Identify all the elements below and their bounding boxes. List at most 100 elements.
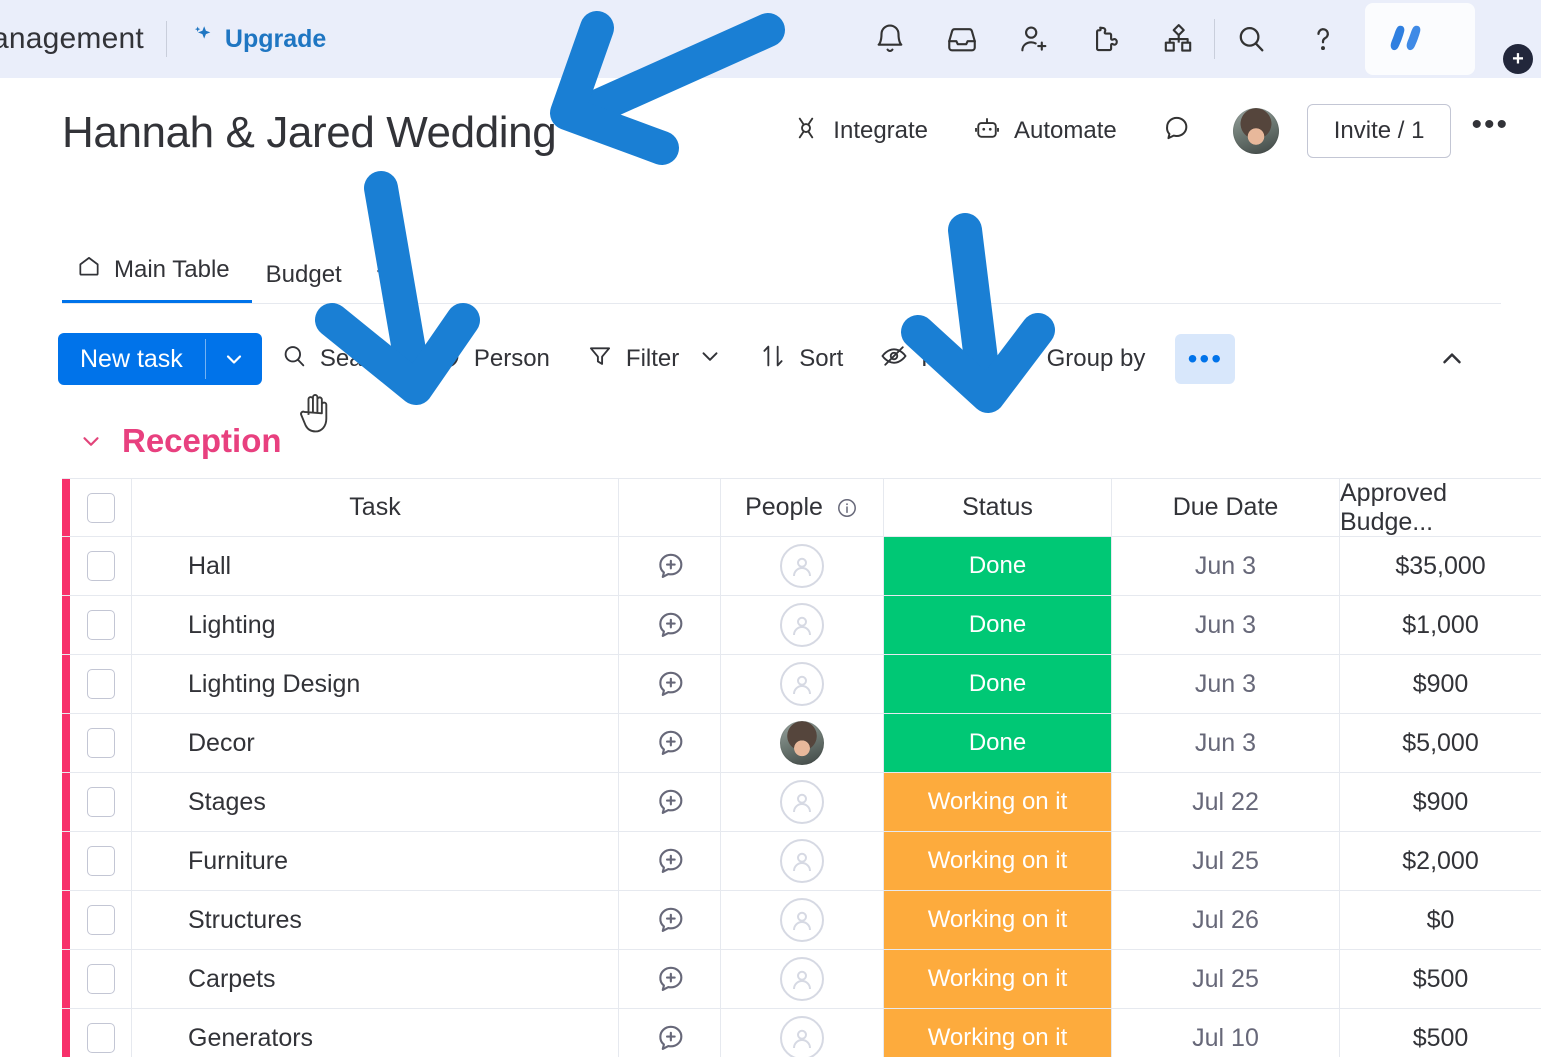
cell-approved-budget[interactable]: $900 bbox=[1340, 655, 1541, 713]
row-checkbox-cell[interactable] bbox=[70, 714, 132, 772]
open-item-chat-icon[interactable] bbox=[619, 832, 721, 890]
cell-status[interactable]: Done bbox=[884, 537, 1112, 595]
row-checkbox[interactable] bbox=[86, 905, 115, 935]
tab-main-table[interactable]: Main Table bbox=[62, 253, 252, 303]
chevron-down-icon[interactable] bbox=[78, 428, 104, 454]
row-checkbox[interactable] bbox=[86, 728, 115, 758]
open-item-chat-icon[interactable] bbox=[619, 596, 721, 654]
inbox-icon[interactable] bbox=[926, 0, 998, 78]
user-avatar-with-add-badge[interactable]: + bbox=[1465, 8, 1533, 74]
cell-approved-budget[interactable]: $900 bbox=[1340, 773, 1541, 831]
board-more-menu-button[interactable]: ••• bbox=[1451, 108, 1523, 154]
cell-people[interactable] bbox=[721, 714, 884, 772]
cell-people[interactable] bbox=[721, 1009, 884, 1057]
open-item-chat-icon[interactable] bbox=[619, 950, 721, 1008]
row-checkbox[interactable] bbox=[86, 669, 115, 699]
row-checkbox-cell[interactable] bbox=[70, 655, 132, 713]
cell-approved-budget[interactable]: $35,000 bbox=[1340, 537, 1541, 595]
add-view-button[interactable]: + bbox=[364, 255, 406, 303]
column-header-due-date[interactable]: Due Date bbox=[1112, 479, 1340, 536]
cell-approved-budget[interactable]: $500 bbox=[1340, 1009, 1541, 1057]
row-checkbox-cell[interactable] bbox=[70, 950, 132, 1008]
hide-button[interactable]: Hide bbox=[861, 341, 988, 378]
cell-task-name[interactable]: Stages bbox=[132, 773, 619, 831]
notifications-bell-icon[interactable] bbox=[854, 0, 926, 78]
cell-approved-budget[interactable]: $5,000 bbox=[1340, 714, 1541, 772]
table-row[interactable]: Hall Done Jun 3 $35,000 bbox=[62, 537, 1541, 596]
new-task-button[interactable]: New task bbox=[58, 333, 262, 385]
cell-approved-budget[interactable]: $0 bbox=[1340, 891, 1541, 949]
cell-task-name[interactable]: Lighting bbox=[132, 596, 619, 654]
board-owner-avatar[interactable] bbox=[1215, 108, 1297, 154]
column-header-status[interactable]: Status bbox=[884, 479, 1112, 536]
cell-task-name[interactable]: Lighting Design bbox=[132, 655, 619, 713]
collapse-toolbar-button[interactable] bbox=[1427, 334, 1477, 384]
select-all-checkbox-cell[interactable] bbox=[70, 479, 132, 536]
add-plus-badge-icon[interactable]: + bbox=[1503, 44, 1533, 74]
open-item-chat-icon[interactable] bbox=[619, 1009, 721, 1057]
cell-approved-budget[interactable]: $500 bbox=[1340, 950, 1541, 1008]
monday-logo-icon[interactable] bbox=[1365, 3, 1475, 75]
cell-due-date[interactable]: Jun 3 bbox=[1112, 655, 1340, 713]
column-header-task[interactable]: Task bbox=[132, 479, 619, 536]
select-all-checkbox[interactable] bbox=[86, 492, 115, 523]
person-placeholder-icon[interactable] bbox=[780, 839, 824, 883]
workspace-icon[interactable] bbox=[1142, 0, 1214, 78]
chevron-down-icon[interactable] bbox=[206, 333, 262, 385]
row-checkbox[interactable] bbox=[86, 964, 115, 994]
cell-people[interactable] bbox=[721, 537, 884, 595]
sort-button[interactable]: Sort bbox=[741, 342, 861, 377]
cell-due-date[interactable]: Jun 3 bbox=[1112, 537, 1340, 595]
cell-approved-budget[interactable]: $2,000 bbox=[1340, 832, 1541, 890]
table-row[interactable]: Generators Working on it Jul 10 $500 bbox=[62, 1009, 1541, 1057]
row-checkbox-cell[interactable] bbox=[70, 596, 132, 654]
info-circle-icon[interactable] bbox=[835, 496, 859, 520]
person-placeholder-icon[interactable] bbox=[780, 662, 824, 706]
table-row[interactable]: Carpets Working on it Jul 25 $500 bbox=[62, 950, 1541, 1009]
cell-people[interactable] bbox=[721, 832, 884, 890]
row-checkbox[interactable] bbox=[86, 1023, 115, 1053]
group-header-reception[interactable]: Reception bbox=[78, 422, 282, 460]
help-question-icon[interactable] bbox=[1287, 0, 1359, 78]
row-checkbox[interactable] bbox=[86, 787, 115, 817]
group-by-button[interactable]: Group by bbox=[989, 342, 1164, 377]
apps-puzzle-icon[interactable] bbox=[1070, 0, 1142, 78]
upgrade-button[interactable]: Upgrade bbox=[189, 23, 326, 56]
open-item-chat-icon[interactable] bbox=[619, 714, 721, 772]
cell-due-date[interactable]: Jun 3 bbox=[1112, 596, 1340, 654]
cell-task-name[interactable]: Structures bbox=[132, 891, 619, 949]
automate-button[interactable]: Automate bbox=[950, 113, 1139, 150]
cell-due-date[interactable]: Jun 3 bbox=[1112, 714, 1340, 772]
integrate-button[interactable]: Integrate bbox=[769, 113, 950, 150]
cell-due-date[interactable]: Jul 10 bbox=[1112, 1009, 1340, 1057]
filter-button[interactable]: Filter bbox=[568, 342, 741, 377]
cell-people[interactable] bbox=[721, 596, 884, 654]
open-item-chat-icon[interactable] bbox=[619, 655, 721, 713]
row-checkbox-cell[interactable] bbox=[70, 891, 132, 949]
person-placeholder-icon[interactable] bbox=[780, 780, 824, 824]
cell-due-date[interactable]: Jul 25 bbox=[1112, 832, 1340, 890]
search-icon[interactable] bbox=[1215, 0, 1287, 78]
cell-task-name[interactable]: Carpets bbox=[132, 950, 619, 1008]
person-placeholder-icon[interactable] bbox=[780, 603, 824, 647]
person-placeholder-icon[interactable] bbox=[780, 898, 824, 942]
chevron-down-icon[interactable] bbox=[572, 116, 606, 150]
cell-due-date[interactable]: Jul 26 bbox=[1112, 891, 1340, 949]
table-row[interactable]: Lighting Done Jun 3 $1,000 bbox=[62, 596, 1541, 655]
table-row[interactable]: Lighting Design Done Jun 3 $900 bbox=[62, 655, 1541, 714]
cell-people[interactable] bbox=[721, 891, 884, 949]
table-row[interactable]: Decor Done Jun 3 $5,000 bbox=[62, 714, 1541, 773]
cell-status[interactable]: Working on it bbox=[884, 1009, 1112, 1057]
invite-button[interactable]: Invite / 1 bbox=[1306, 104, 1452, 158]
row-checkbox[interactable] bbox=[86, 610, 115, 640]
column-header-approved-budget[interactable]: Approved Budge... bbox=[1340, 479, 1541, 536]
invite-member-icon[interactable] bbox=[998, 0, 1070, 78]
cell-task-name[interactable]: Decor bbox=[132, 714, 619, 772]
cell-approved-budget[interactable]: $1,000 bbox=[1340, 596, 1541, 654]
open-item-chat-icon[interactable] bbox=[619, 891, 721, 949]
row-checkbox[interactable] bbox=[86, 551, 115, 581]
cell-task-name[interactable]: Furniture bbox=[132, 832, 619, 890]
cell-status[interactable]: Working on it bbox=[884, 891, 1112, 949]
open-item-chat-icon[interactable] bbox=[619, 773, 721, 831]
cell-people[interactable] bbox=[721, 950, 884, 1008]
